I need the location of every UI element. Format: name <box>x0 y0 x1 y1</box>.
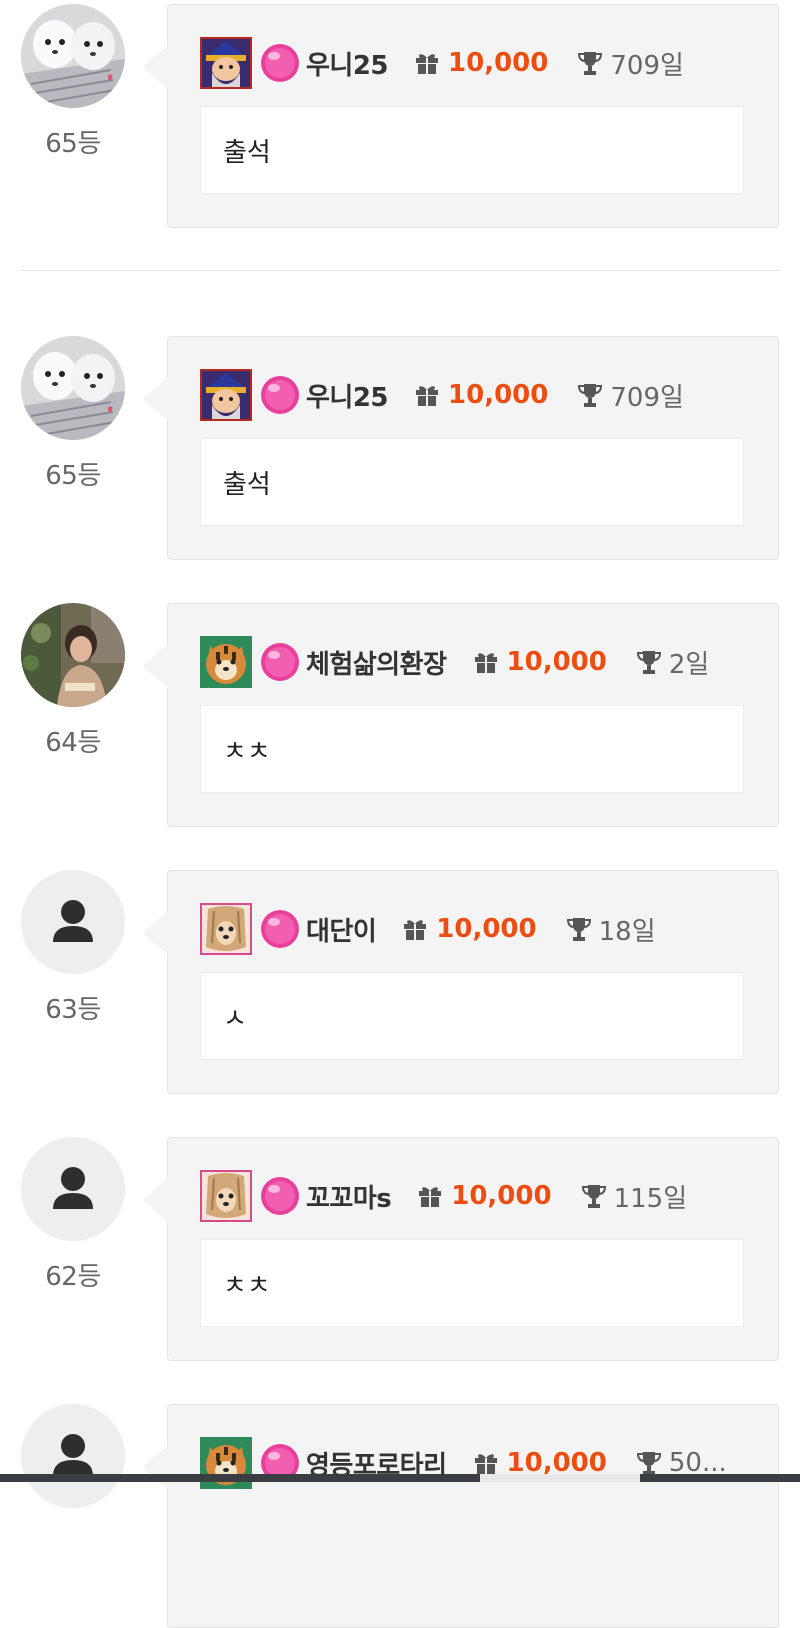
attendance-days: 709일 <box>610 382 684 413</box>
points-value: 10,000 <box>448 380 549 410</box>
gift-icon <box>474 653 497 673</box>
bottom-navigation-bar <box>0 1474 800 1482</box>
comment-header: 꼬꼬마s 10,000 115일 <box>200 1170 770 1222</box>
trophy-icon <box>578 52 603 75</box>
avatar[interactable] <box>21 603 125 707</box>
comment-message: ㅅ <box>200 972 744 1060</box>
level-badge-icon <box>200 903 252 955</box>
points-value: 10,000 <box>506 647 607 677</box>
level-badge-icon <box>200 636 252 688</box>
nickname[interactable]: 대단이 <box>306 911 377 948</box>
rank-label: 62등 <box>45 1262 101 1292</box>
points-value: 10,000 <box>436 914 537 944</box>
avatar[interactable] <box>21 1404 125 1508</box>
user-silhouette-icon <box>21 870 125 974</box>
comment-header: 대단이 10,000 18일 <box>200 903 770 955</box>
gift-icon <box>416 54 439 74</box>
gift-icon <box>419 1187 442 1207</box>
comment-bubble: 우니25 10,000 709일 출석 <box>143 4 779 228</box>
comment-bubble: 체험삶의환장 10,000 2일 ㅊㅊ <box>143 603 779 827</box>
comment-message: ㅊㅊ <box>200 705 744 793</box>
user-silhouette-icon <box>21 1404 125 1508</box>
rank-label: 63등 <box>45 995 101 1025</box>
pink-gem-icon <box>261 44 299 82</box>
bubble-tail <box>143 1178 168 1222</box>
avatar[interactable] <box>21 1137 125 1241</box>
level-badge-icon <box>200 37 252 89</box>
attendance-days: 18일 <box>598 916 656 947</box>
comment-bubble: 대단이 10,000 18일 ㅅ <box>143 870 779 1094</box>
comment-header: 체험삶의환장 10,000 2일 <box>200 636 770 688</box>
level-badge-icon <box>200 1170 252 1222</box>
level-badge-icon <box>200 369 252 421</box>
gift-icon <box>416 386 439 406</box>
bubble-tail <box>143 377 168 421</box>
comment-bubble: 우니25 10,000 709일 출석 <box>143 336 779 560</box>
rank-label: 65등 <box>45 129 101 159</box>
trophy-icon <box>581 1185 606 1208</box>
avatar[interactable] <box>21 336 125 440</box>
pink-gem-icon <box>261 1177 299 1215</box>
pink-gem-icon <box>261 643 299 681</box>
attendance-days: 115일 <box>613 1183 688 1214</box>
nickname[interactable]: 체험삶의환장 <box>306 644 447 681</box>
bubble-tail <box>143 911 168 955</box>
pink-gem-icon <box>261 376 299 414</box>
pink-gem-icon <box>261 910 299 948</box>
trophy-icon <box>636 651 661 674</box>
trophy-icon <box>578 384 603 407</box>
avatar[interactable] <box>21 4 125 108</box>
nickname[interactable]: 우니25 <box>306 377 389 414</box>
avatar[interactable] <box>21 870 125 974</box>
nickname[interactable]: 우니25 <box>306 45 389 82</box>
user-silhouette-icon <box>21 1137 125 1241</box>
comment-bubble: 영등포로타리 10,000 50... <box>143 1404 779 1628</box>
comment-message: 출석 <box>200 438 744 526</box>
points-value: 10,000 <box>448 48 549 78</box>
nickname[interactable]: 꼬꼬마s <box>306 1178 392 1215</box>
gift-icon <box>474 1454 497 1474</box>
attendance-days: 2일 <box>668 649 710 680</box>
gift-icon <box>404 920 427 940</box>
bubble-tail <box>143 644 168 688</box>
comment-message: 출석 <box>200 106 744 194</box>
rank-label: 65등 <box>45 461 101 491</box>
divider <box>21 270 780 271</box>
comment-message: ㅊㅊ <box>200 1239 744 1327</box>
comment-header: 우니25 10,000 709일 <box>200 37 770 89</box>
trophy-icon <box>566 918 591 941</box>
bubble-tail <box>143 1445 168 1489</box>
trophy-icon <box>636 1452 661 1475</box>
comment-bubble: 꼬꼬마s 10,000 115일 ㅊㅊ <box>143 1137 779 1361</box>
rank-label: 64등 <box>45 728 101 758</box>
bubble-tail <box>143 45 168 89</box>
home-indicator[interactable] <box>480 1474 640 1482</box>
attendance-days: 709일 <box>610 50 684 81</box>
points-value: 10,000 <box>451 1181 552 1211</box>
comment-header: 우니25 10,000 709일 <box>200 369 770 421</box>
